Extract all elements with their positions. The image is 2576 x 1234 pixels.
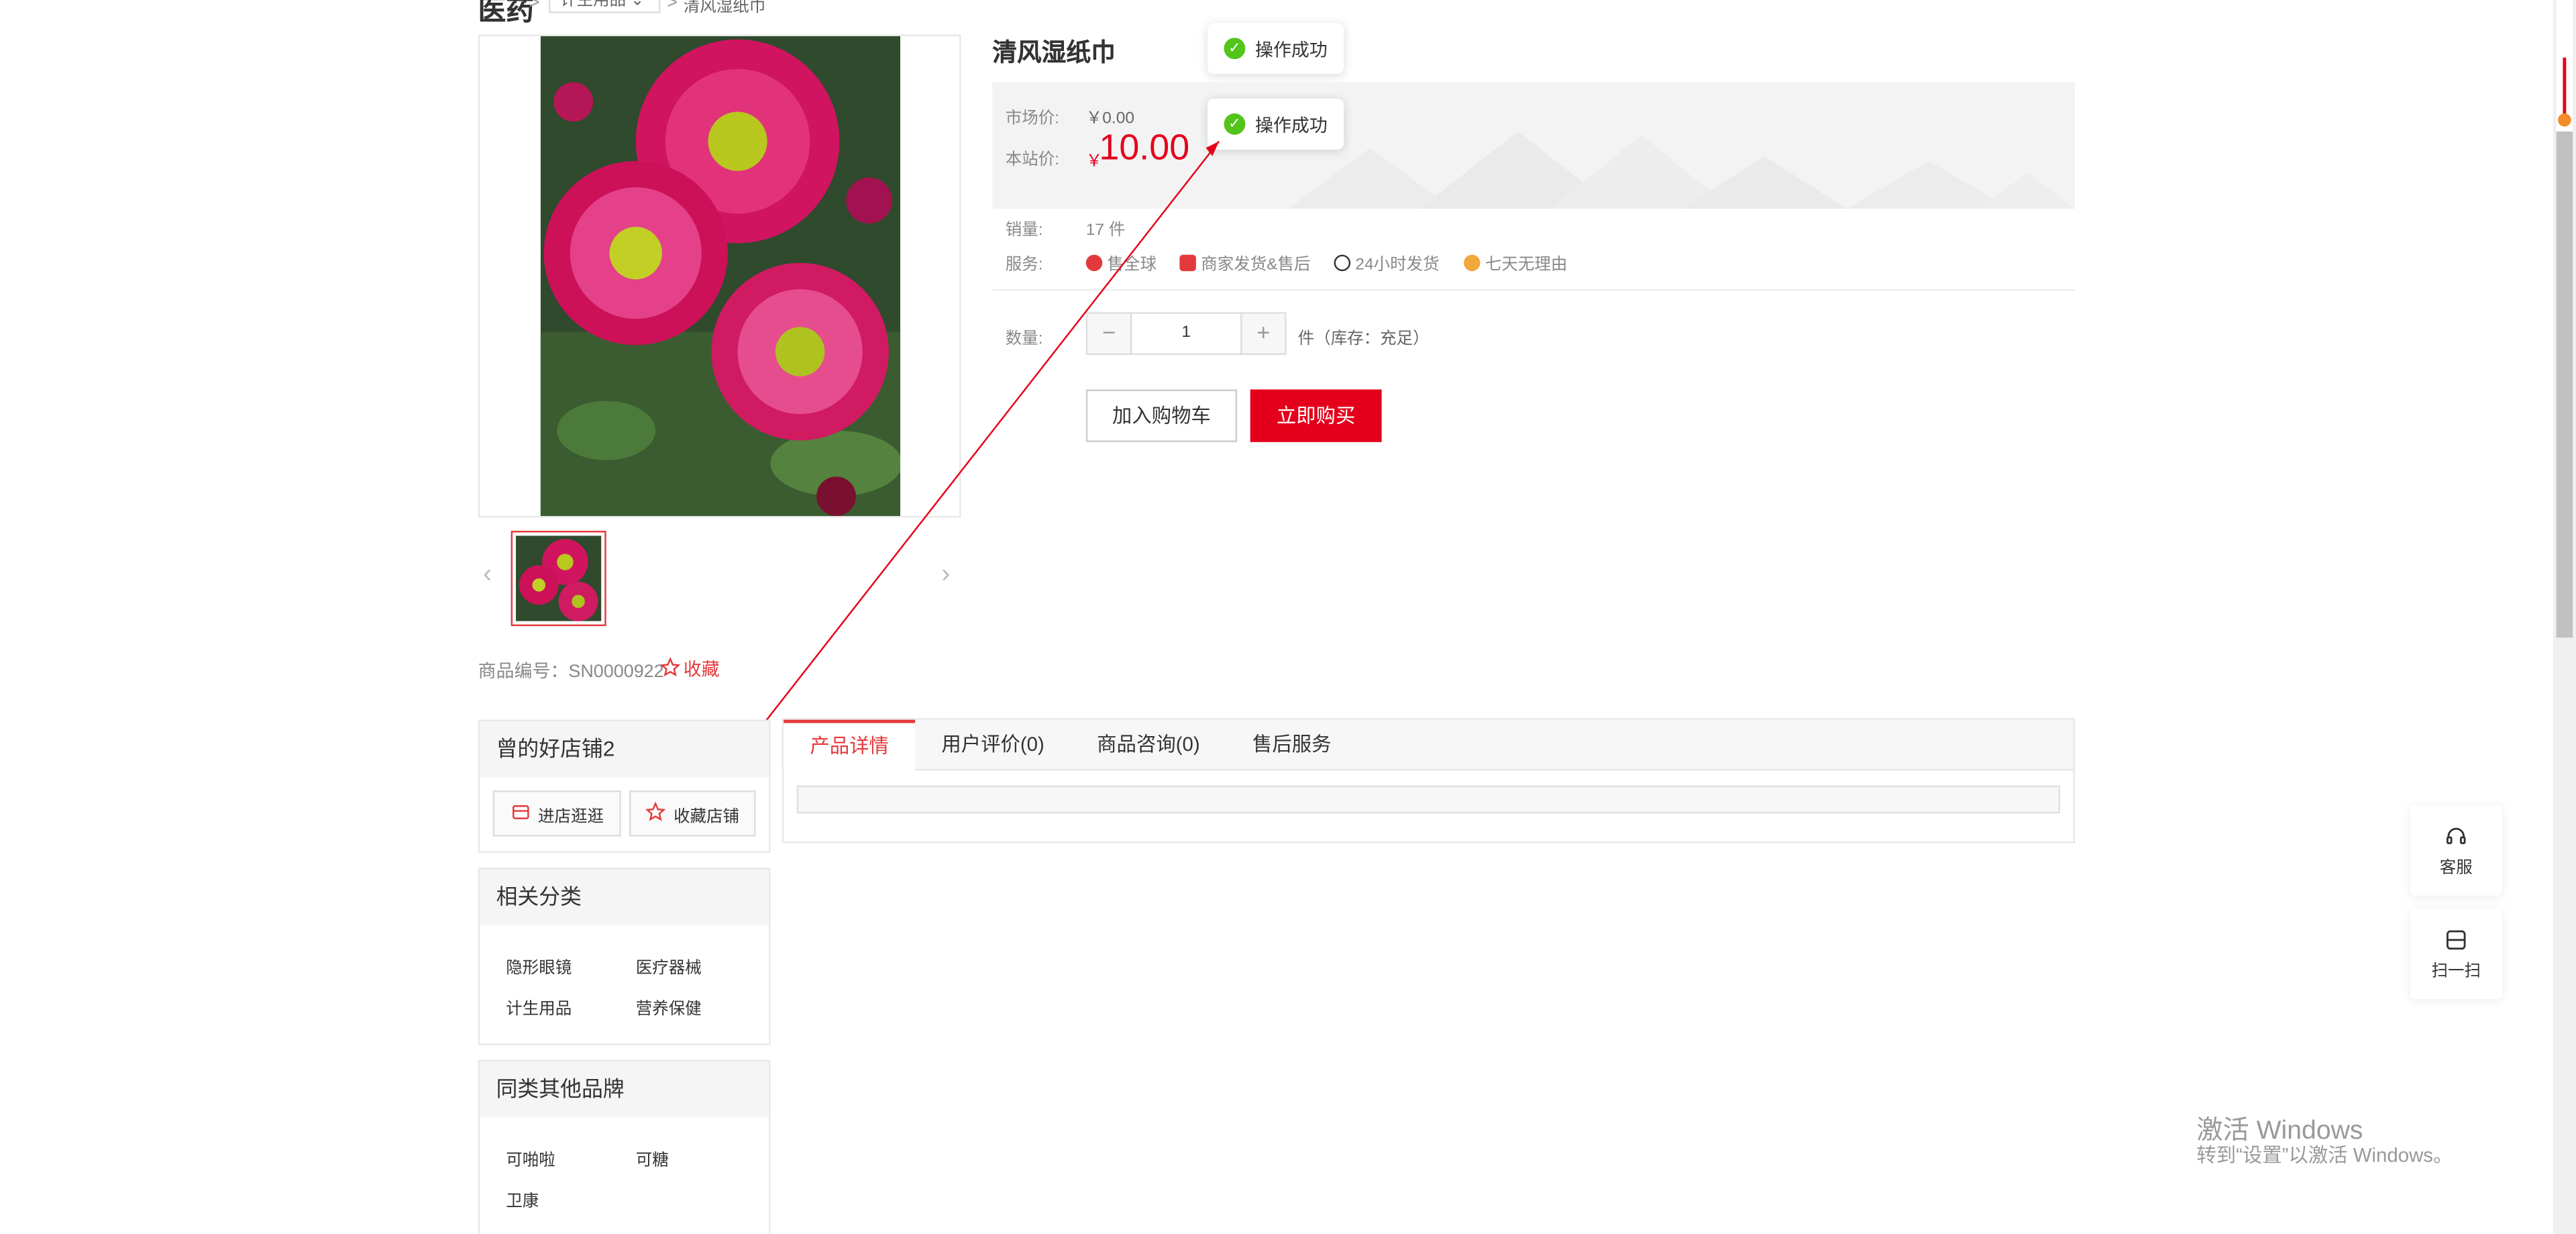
tab-bar: 产品详情 用户评价(0) 商品咨询(0) 售后服务	[784, 719, 2074, 771]
store-icon	[510, 801, 529, 826]
enter-store-label: 进店逛逛	[538, 807, 604, 826]
brands-title: 同类其他品牌	[480, 1062, 769, 1118]
tab-user-reviews[interactable]: 用户评价(0)	[915, 720, 1071, 769]
tab-product-detail[interactable]: 产品详情	[784, 719, 916, 771]
brand-link[interactable]: 可啪啦	[506, 1145, 555, 1170]
product-tabs: 产品详情 用户评价(0) 商品咨询(0) 售后服务	[782, 718, 2076, 843]
favorite-store-label: 收藏店铺	[674, 807, 740, 826]
customer-service-label: 客服	[2439, 859, 2473, 878]
favorite-store-button[interactable]: 收藏店铺	[629, 790, 756, 837]
store-name[interactable]: 曾的好店铺2	[480, 721, 769, 778]
related-categories-title: 相关分类	[480, 869, 769, 925]
scan-button[interactable]: 扫一扫	[2410, 909, 2502, 999]
tab-product-consult[interactable]: 商品咨询(0)	[1071, 720, 1226, 769]
tab-after-sales[interactable]: 售后服务	[1226, 720, 1358, 769]
category-link[interactable]: 营养保健	[636, 994, 702, 1019]
category-link[interactable]: 医疗器械	[636, 953, 702, 978]
scan-icon	[2410, 929, 2502, 957]
customer-service-button[interactable]: 客服	[2410, 805, 2502, 896]
category-link[interactable]: 隐形眼镜	[506, 953, 572, 978]
scroll-indicator-area	[2556, 0, 2573, 132]
star-icon	[645, 801, 666, 826]
scan-label: 扫一扫	[2431, 963, 2481, 982]
fly-to-cart-line	[717, 140, 1220, 783]
category-link[interactable]: 计生用品	[506, 994, 572, 1019]
brand-link[interactable]: 可糖	[636, 1145, 669, 1170]
windows-watermark-subtitle: 转到“设置”以激活 Windows。	[2196, 1143, 2453, 1167]
brand-link[interactable]: 卫康	[506, 1186, 539, 1211]
headset-icon	[2410, 825, 2502, 853]
scrollbar-thumb[interactable]	[2556, 59, 2573, 638]
tab-content	[796, 785, 2061, 814]
enter-store-button[interactable]: 进店逛逛	[492, 790, 621, 837]
